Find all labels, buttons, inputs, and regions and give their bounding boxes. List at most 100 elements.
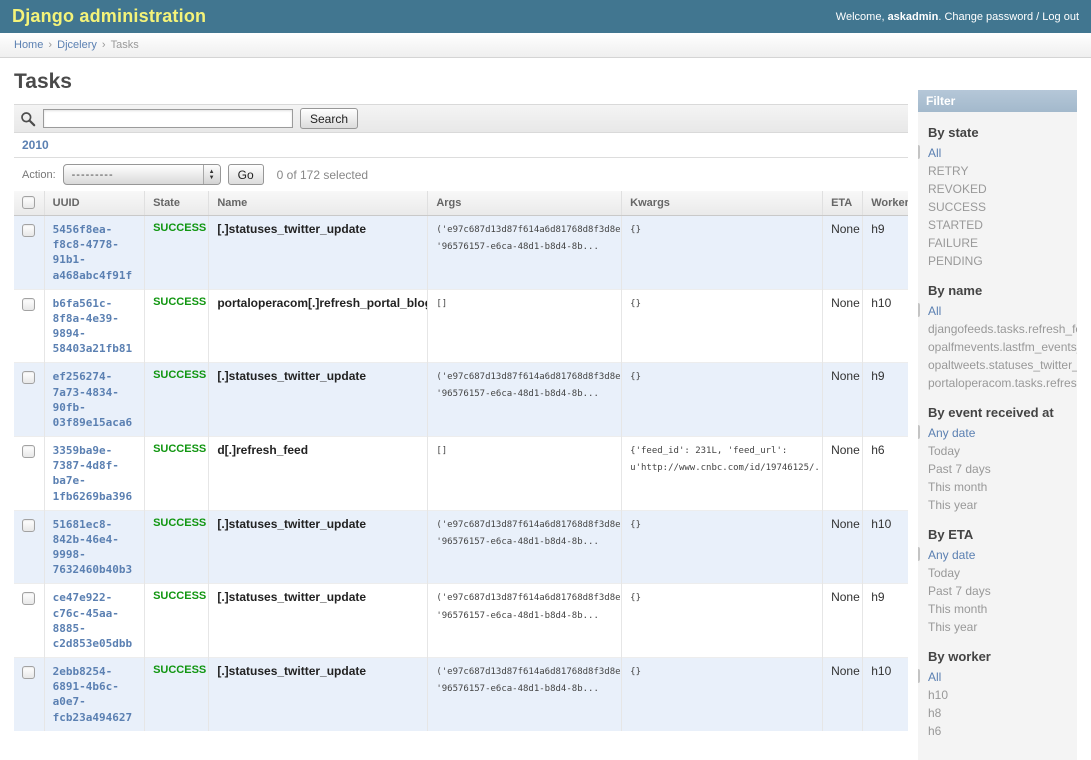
args-cell: [] — [428, 289, 622, 363]
state-cell: SUCCESS — [145, 437, 209, 511]
row-checkbox-cell — [14, 658, 44, 731]
filter-options: Any date Today Past 7 days This month This y… — [918, 546, 1077, 636]
filter-option: RETRY — [918, 162, 1077, 180]
search-toolbar: Search — [14, 104, 908, 133]
column-header-args: Args — [428, 191, 622, 216]
row-checkbox[interactable] — [22, 371, 35, 384]
task-uuid-link[interactable]: 2ebb8254-6891-4b6c-a0e7-fcb23a494627 — [53, 665, 132, 724]
filter-option: opaltweets.statuses_twitter_update — [918, 356, 1077, 374]
filter-option: h10 — [918, 686, 1077, 704]
eta-cell: None — [823, 289, 863, 363]
filter-option-link[interactable]: opalfmevents.lastfm_events_update — [928, 340, 1077, 354]
filter-option-link[interactable]: h8 — [928, 706, 941, 720]
args-cell: ('e97c687d13d87f614a6d81768d8f3d8e', '96… — [428, 584, 622, 658]
row-checkbox[interactable] — [22, 445, 35, 458]
name-cell: [.]statuses_twitter_update — [209, 216, 428, 290]
task-uuid-link[interactable]: 3359ba9e-7387-4d8f-ba7e-1fb6269ba396 — [53, 444, 132, 503]
breadcrumb-item[interactable]: Djcelery — [57, 39, 97, 51]
filter-option-link[interactable]: opaltweets.statuses_twitter_update — [928, 358, 1077, 372]
filter-option: h8 — [918, 704, 1077, 722]
filter-option-link[interactable]: djangofeeds.tasks.refresh_feed — [928, 322, 1077, 336]
filter-option-link[interactable]: h10 — [928, 688, 948, 702]
filter-option-link[interactable]: All — [928, 670, 941, 684]
state-cell: SUCCESS — [145, 584, 209, 658]
filter-option-link[interactable]: FAILURE — [928, 236, 978, 250]
user-links-separator: / — [1036, 11, 1039, 23]
action-select-value: --------- — [64, 169, 203, 181]
filter-option-link[interactable]: Today — [928, 566, 960, 580]
column-header-uuid: UUID — [44, 191, 144, 216]
uuid-cell: 51681ec8-842b-46e4-9998-7632460b40b3 — [44, 510, 144, 584]
filter-option-link[interactable]: Any date — [928, 426, 975, 440]
filter-option: This month — [918, 600, 1077, 618]
action-go-button[interactable]: Go — [228, 164, 264, 185]
filter-option-link[interactable]: Any date — [928, 548, 975, 562]
filter-option-link[interactable]: This month — [928, 480, 987, 494]
filter-option-link[interactable]: h6 — [928, 724, 941, 738]
filter-option-link[interactable]: Today — [928, 444, 960, 458]
filter-option: opalfmevents.lastfm_events_update — [918, 338, 1077, 356]
filter-option-link[interactable]: PENDING — [928, 254, 983, 268]
eta-cell: None — [823, 437, 863, 511]
filter-option-link[interactable]: RETRY — [928, 164, 968, 178]
task-uuid-link[interactable]: 5456f8ea-f8c8-4778-91b1-a468abc4f91f — [53, 223, 132, 282]
filter-option-link[interactable]: This month — [928, 602, 987, 616]
state-cell: SUCCESS — [145, 658, 209, 731]
task-uuid-link[interactable]: b6fa561c-8f8a-4e39-9894-58403a21fb81 — [53, 297, 132, 356]
search-input[interactable] — [43, 109, 293, 128]
filter-group-title: By state — [918, 125, 1077, 140]
select-all-header — [14, 191, 44, 216]
kwargs-cell: {} — [622, 658, 823, 731]
row-checkbox[interactable] — [22, 519, 35, 532]
worker-cell: h9 — [863, 363, 908, 437]
task-uuid-link[interactable]: ef256274-7a73-4834-90fb-03f89e15aca6 — [53, 370, 132, 429]
eta-cell: None — [823, 584, 863, 658]
filter-options: Any date Today Past 7 days This month This y… — [918, 424, 1077, 514]
args-cell: ('e97c687d13d87f614a6d81768d8f3d8e', '96… — [428, 216, 622, 290]
name-cell: [.]statuses_twitter_update — [209, 363, 428, 437]
filter-option-link[interactable]: REVOKED — [928, 182, 987, 196]
search-button[interactable]: Search — [300, 108, 358, 129]
uuid-cell: 3359ba9e-7387-4d8f-ba7e-1fb6269ba396 — [44, 437, 144, 511]
eta-cell: None — [823, 363, 863, 437]
filter-option-link[interactable]: This year — [928, 498, 977, 512]
filter-option-link[interactable]: Past 7 days — [928, 584, 991, 598]
filter-option-link[interactable]: This year — [928, 620, 977, 634]
filter-option-link[interactable]: SUCCESS — [928, 200, 986, 214]
task-uuid-link[interactable]: 51681ec8-842b-46e4-9998-7632460b40b3 — [53, 518, 132, 577]
row-checkbox[interactable] — [22, 666, 35, 679]
row-checkbox[interactable] — [22, 224, 35, 237]
changelist: Search 2010 Action: --------- ▲▼ Go 0 of… — [14, 104, 908, 731]
logout-link[interactable]: Log out — [1042, 11, 1079, 23]
eta-cell: None — [823, 216, 863, 290]
filter-option: h6 — [918, 722, 1077, 740]
filter-option-link[interactable]: All — [928, 304, 941, 318]
action-select[interactable]: --------- ▲▼ — [63, 164, 221, 185]
row-checkbox-cell — [14, 584, 44, 658]
site-title: Django administration — [12, 6, 206, 27]
task-uuid-link[interactable]: ce47e922-c76c-45aa-8885-c2d853e05dbb — [53, 591, 132, 650]
filter-option: This month — [918, 478, 1077, 496]
date-hierarchy-year-link[interactable]: 2010 — [22, 138, 49, 152]
state-cell: SUCCESS — [145, 510, 209, 584]
breadcrumb-item[interactable]: Home — [14, 39, 43, 51]
kwargs-cell: {} — [622, 363, 823, 437]
row-checkbox[interactable] — [22, 592, 35, 605]
table-row: b6fa561c-8f8a-4e39-9894-58403a21fb81SUCC… — [14, 289, 908, 363]
filter-option-link[interactable]: All — [928, 146, 941, 160]
change-password-link[interactable]: Change password — [944, 11, 1033, 23]
kwargs-cell: {} — [622, 216, 823, 290]
filter-option: FAILURE — [918, 234, 1077, 252]
kwargs-cell: {} — [622, 584, 823, 658]
filter-option-link[interactable]: portaloperacom.tasks.refresh_portal_blog — [928, 376, 1077, 390]
row-checkbox[interactable] — [22, 298, 35, 311]
select-all-checkbox[interactable] — [22, 196, 35, 209]
filter-option-link[interactable]: STARTED — [928, 218, 983, 232]
table-row: ce47e922-c76c-45aa-8885-c2d853e05dbbSUCC… — [14, 584, 908, 658]
filter-option-link[interactable]: Past 7 days — [928, 462, 991, 476]
row-checkbox-cell — [14, 437, 44, 511]
worker-cell: h10 — [863, 658, 908, 731]
filter-group-title: By name — [918, 283, 1077, 298]
table-row: 2ebb8254-6891-4b6c-a0e7-fcb23a494627SUCC… — [14, 658, 908, 731]
filter-group-title: By event received at — [918, 405, 1077, 420]
